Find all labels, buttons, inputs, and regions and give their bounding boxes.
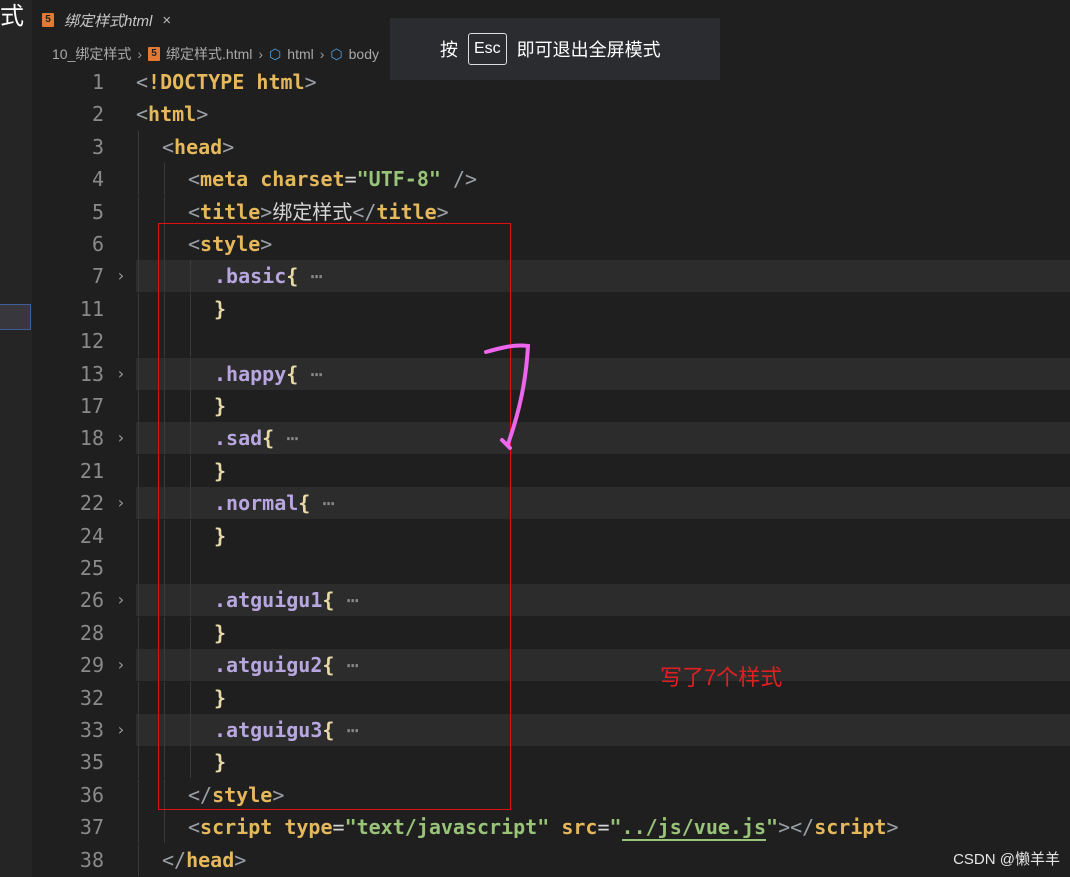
line-number: 7 (91, 264, 104, 289)
line-number: 18 (79, 426, 104, 451)
close-icon[interactable]: × (162, 12, 171, 29)
fold-chevron-icon[interactable]: › (116, 649, 126, 681)
cube-icon: ⬡ (269, 45, 282, 62)
line-number: 17 (79, 394, 104, 418)
line-number: 35 (79, 750, 104, 775)
hint-text: 即可退出全屏模式 (516, 40, 661, 60)
line-number: 24 (79, 523, 104, 548)
indent-guide (138, 260, 139, 293)
side-panel-selected-item[interactable] (0, 304, 31, 330)
line-number: 4 (91, 167, 104, 192)
chevron-right-icon: › (258, 46, 264, 62)
code-text: </head> (162, 847, 247, 872)
indent-guide (138, 195, 139, 228)
line-number: 1 (91, 70, 104, 94)
indent-guide (164, 811, 165, 844)
indent-guide (138, 843, 139, 876)
line-number: 37 (79, 815, 104, 840)
annotation-box (158, 223, 511, 810)
line-number: 22 (79, 491, 104, 516)
chevron-right-icon: › (319, 46, 325, 62)
html5-icon: 5 (148, 47, 161, 61)
line-number: 38 (79, 847, 104, 872)
indent-guide (164, 163, 165, 196)
indent-guide (138, 422, 139, 455)
indent-guide (138, 454, 139, 487)
fold-chevron-icon[interactable]: › (116, 584, 126, 616)
editor-tab[interactable]: 5 绑定样式html × (32, 0, 200, 40)
line-number: 26 (79, 588, 104, 613)
chevron-right-icon: › (137, 46, 143, 62)
indent-guide (138, 811, 139, 844)
indent-guide (138, 519, 139, 552)
line-number: 12 (79, 329, 104, 354)
code-line[interactable]: 3 <head> (32, 130, 1070, 163)
line-number: 29 (79, 653, 104, 678)
breadcrumb: 10_绑定样式 › 5 绑定样式.html › ⬡ html › ⬡ body (52, 43, 379, 65)
breadcrumb-folder[interactable]: 10_绑定样式 (52, 44, 131, 64)
code-text: <html> (136, 102, 209, 127)
indent-guide (138, 390, 139, 422)
breadcrumb-file[interactable]: 绑定样式.html (166, 44, 252, 64)
esc-key: Esc (468, 33, 507, 65)
code-text: <!DOCTYPE html> (136, 70, 317, 94)
line-number: 21 (79, 458, 104, 483)
indent-guide (138, 325, 139, 358)
code-text: <script type="text/javascript" src="../j… (188, 815, 899, 842)
line-number: 11 (79, 296, 104, 321)
indent-guide (138, 292, 139, 325)
html5-icon: 5 (42, 13, 54, 27)
cube-icon: ⬡ (330, 45, 343, 62)
handwritten-seven (484, 343, 531, 450)
indent-guide (138, 130, 139, 163)
breadcrumb-html[interactable]: html (287, 46, 313, 62)
indent-guide (138, 584, 139, 617)
indent-guide (138, 552, 139, 584)
indent-guide (138, 616, 139, 649)
code-line[interactable]: 2 <html> (32, 98, 1070, 130)
indent-guide (138, 163, 139, 196)
line-number: 5 (91, 199, 104, 224)
code-line[interactable]: 38 </head> (32, 843, 1070, 876)
fold-chevron-icon[interactable]: › (116, 358, 126, 390)
code-line[interactable]: 4 <meta charset="UTF-8" /> (32, 163, 1070, 196)
code-text: <head> (162, 134, 235, 159)
side-panel-fragment: 式 (0, 3, 24, 30)
tab-title: 绑定样式html (64, 12, 153, 30)
line-number: 13 (79, 361, 104, 386)
indent-guide (138, 778, 139, 811)
line-number: 36 (79, 782, 104, 807)
fold-chevron-icon[interactable]: › (116, 714, 126, 746)
code-text: <meta charset="UTF-8" /> (188, 167, 478, 192)
indent-guide (138, 228, 139, 260)
line-number: 28 (79, 620, 104, 645)
indent-guide (138, 357, 139, 390)
annotation-note: 写了7个样式 (660, 665, 783, 690)
indent-guide (138, 649, 139, 682)
breadcrumb-body[interactable]: body (349, 46, 379, 62)
indent-guide (138, 487, 139, 520)
line-number: 3 (91, 134, 104, 159)
indent-guide (138, 746, 139, 779)
line-number: 6 (91, 232, 104, 256)
indent-guide (138, 714, 139, 746)
fold-chevron-icon[interactable]: › (116, 422, 126, 454)
side-panel-edge: 式 (0, 0, 32, 877)
indent-guide (138, 681, 139, 714)
fullscreen-hint: 按 Esc 即可退出全屏模式 (390, 18, 720, 80)
fold-chevron-icon[interactable]: › (116, 487, 126, 519)
hint-press: 按 (440, 40, 458, 60)
code-line[interactable]: 37 <script type="text/javascript" src="..… (32, 811, 1070, 844)
line-number: 2 (91, 102, 104, 127)
watermark: CSDN @懒羊羊 (953, 851, 1060, 868)
line-number: 25 (79, 556, 104, 580)
line-number: 32 (79, 685, 104, 710)
fold-chevron-icon[interactable]: › (116, 260, 126, 292)
line-number: 33 (79, 718, 104, 742)
